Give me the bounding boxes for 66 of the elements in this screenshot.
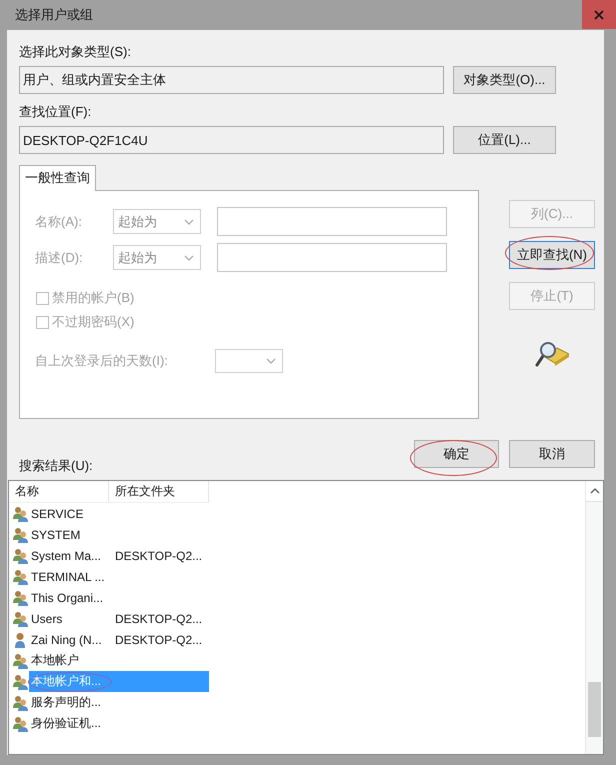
field-label: 查找位置(F):: [19, 104, 92, 120]
object-type-field: 用户、组或内置安全主体: [19, 66, 444, 94]
users-icon: [12, 506, 29, 522]
chevron-down-icon: [266, 358, 276, 364]
users-icon: [12, 590, 29, 606]
list-item[interactable]: System Ma... DESKTOP-Q2...: [29, 545, 209, 566]
list-item[interactable]: 身份验证机...: [29, 713, 209, 734]
checkbox-label: 不过期密码(X): [52, 313, 134, 331]
chevron-up-icon: [590, 488, 600, 494]
users-icon: [12, 716, 29, 732]
users-icon: [12, 652, 29, 668]
column-header[interactable]: 名称: [9, 481, 109, 503]
scroll-up-button[interactable]: [586, 481, 603, 502]
chevron-down-icon: [184, 218, 194, 224]
name-text: SYSTEM: [31, 528, 80, 542]
field-label: 描述(D):: [35, 248, 83, 266]
folder-text: DESKTOP-Q2...: [115, 612, 202, 626]
users-icon: [12, 674, 29, 690]
name-text: SERVICE: [31, 506, 84, 520]
window-title: 选择用户或组: [15, 7, 94, 23]
search-icon: [535, 341, 569, 367]
close-icon: [594, 10, 604, 20]
field-label: 选择此对象类型(S):: [19, 44, 131, 60]
name-text: TERMINAL ...: [31, 570, 105, 584]
scrollbar-thumb[interactable]: [588, 682, 601, 737]
users-icon: [12, 568, 29, 584]
list-item[interactable]: SYSTEM: [29, 524, 209, 545]
tab[interactable]: 一般性查询: [19, 165, 96, 191]
list-item[interactable]: TERMINAL ...: [29, 566, 209, 587]
list-item[interactable]: Zai Ning (N... DESKTOP-Q2...: [29, 629, 209, 650]
name-text: 本地帐户: [31, 652, 79, 669]
ok-button[interactable]: 确定: [414, 440, 499, 468]
list-item[interactable]: This Organi...: [29, 587, 209, 608]
field-label: 自上次登录后的天数(I):: [35, 352, 168, 370]
object-types-button[interactable]: 对象类型(O)...: [453, 66, 556, 94]
name-text: This Organi...: [31, 590, 104, 604]
column-header[interactable]: 所在文件夹: [109, 481, 209, 503]
list-item[interactable]: Users DESKTOP-Q2...: [29, 608, 209, 629]
users-icon: [12, 694, 29, 710]
results-label: 搜索结果(U):: [19, 458, 93, 474]
list-item[interactable]: 服务声明的...: [29, 692, 209, 713]
location-field: DESKTOP-Q2F1C4U: [19, 126, 444, 154]
users-icon: [12, 548, 29, 564]
find-now-button[interactable]: 立即查找(N): [509, 241, 595, 269]
folder-text: DESKTOP-Q2...: [115, 632, 202, 646]
input-field[interactable]: [217, 207, 447, 236]
users-icon: [12, 610, 29, 626]
folder-text: DESKTOP-Q2...: [115, 548, 202, 562]
cancel-button[interactable]: 取消: [509, 440, 595, 468]
users-icon: [12, 526, 29, 542]
name-text: System Ma...: [31, 548, 102, 562]
locations-button[interactable]: 位置(L)...: [453, 126, 556, 154]
dropdown[interactable]: [215, 349, 283, 373]
name-text: 身份验证机...: [31, 715, 102, 732]
close-button[interactable]: [582, 0, 616, 29]
checkbox-label: 禁用的帐户(B): [52, 289, 134, 307]
chevron-down-icon: [184, 254, 194, 260]
list-item[interactable]: SERVICE: [29, 503, 209, 524]
name-text: Users: [31, 612, 62, 626]
name-text: 本地帐户和...: [31, 673, 102, 690]
list-item[interactable]: 本地帐户: [29, 650, 209, 671]
name-text: Zai Ning (N...: [31, 632, 102, 646]
scrollbar[interactable]: [585, 481, 603, 754]
field-label: 名称(A):: [35, 212, 82, 230]
input-field[interactable]: [217, 243, 447, 272]
name-text: 服务声明的...: [31, 694, 102, 711]
